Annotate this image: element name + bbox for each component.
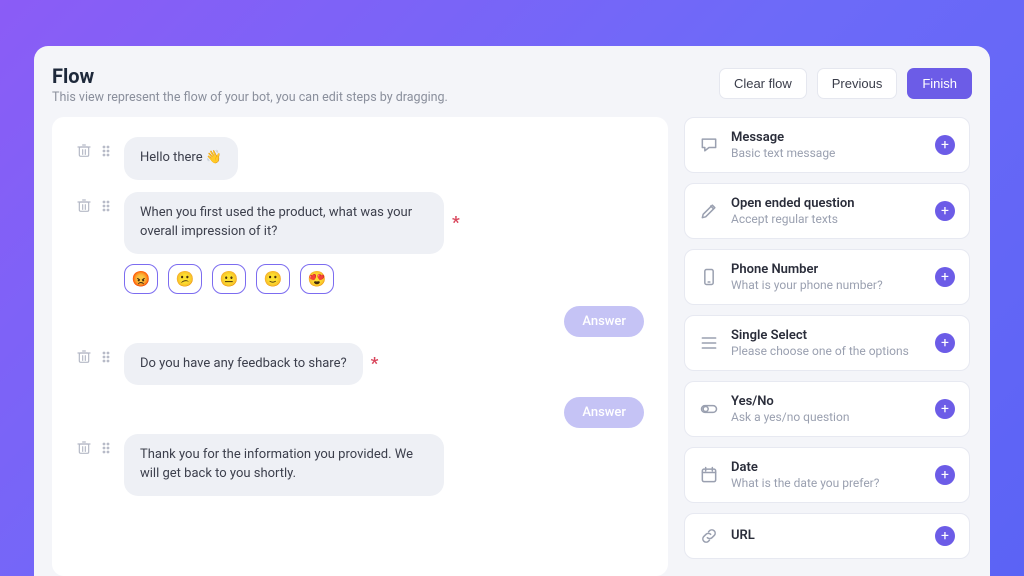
block-title: Open ended question: [731, 196, 923, 211]
page-title: Flow: [52, 64, 448, 88]
block-desc: Accept regular texts: [731, 212, 923, 226]
block-type-message[interactable]: MessageBasic text message +: [684, 117, 970, 173]
block-title: Date: [731, 460, 923, 475]
add-block-button[interactable]: +: [935, 267, 955, 287]
drag-handle-icon[interactable]: [98, 198, 114, 218]
add-block-button[interactable]: +: [935, 399, 955, 419]
block-type-pencil[interactable]: Open ended questionAccept regular texts +: [684, 183, 970, 239]
previous-button[interactable]: Previous: [817, 68, 898, 99]
block-desc: Please choose one of the options: [731, 344, 923, 358]
block-type-link[interactable]: URL +: [684, 513, 970, 559]
calendar-icon: [699, 465, 719, 485]
message-icon: [699, 135, 719, 155]
emoji-option[interactable]: 🙂: [256, 264, 290, 294]
step-message-bubble[interactable]: Do you have any feedback to share?: [124, 343, 363, 386]
answer-pill[interactable]: Answer: [564, 397, 644, 428]
step-message-bubble[interactable]: Hello there 👋: [124, 137, 238, 180]
block-type-list[interactable]: Single SelectPlease choose one of the op…: [684, 315, 970, 371]
block-title: Single Select: [731, 328, 923, 343]
drag-handle-icon[interactable]: [98, 349, 114, 369]
drag-handle-icon[interactable]: [98, 440, 114, 460]
link-icon: [699, 526, 719, 546]
required-indicator: *: [371, 354, 379, 374]
yesno-icon: [699, 399, 719, 419]
header-actions: Clear flow Previous Finish: [719, 68, 972, 99]
flow-step: Do you have any feedback to share? *: [76, 343, 644, 386]
header: Flow This view represent the flow of you…: [52, 64, 972, 105]
drag-handle-icon[interactable]: [98, 143, 114, 163]
block-title: Phone Number: [731, 262, 923, 277]
block-type-phone[interactable]: Phone NumberWhat is your phone number? +: [684, 249, 970, 305]
block-title: URL: [731, 528, 923, 543]
emoji-option[interactable]: 😕: [168, 264, 202, 294]
flow-step: Hello there 👋: [76, 137, 644, 180]
emoji-rating-row: 😡 😕 😐 🙂 😍: [124, 264, 644, 294]
flow-editor-card: Flow This view represent the flow of you…: [34, 46, 990, 576]
emoji-option[interactable]: 😐: [212, 264, 246, 294]
block-title: Yes/No: [731, 394, 923, 409]
flow-panel[interactable]: Hello there 👋 When you first used the pro…: [52, 117, 668, 576]
page-subtitle: This view represent the flow of your bot…: [52, 90, 448, 105]
emoji-option[interactable]: 😍: [300, 264, 334, 294]
blocks-panel[interactable]: MessageBasic text message+Open ended que…: [684, 117, 972, 576]
step-message-bubble[interactable]: When you first used the product, what wa…: [124, 192, 444, 254]
flow-step: Thank you for the information you provid…: [76, 434, 644, 496]
emoji-option[interactable]: 😡: [124, 264, 158, 294]
clear-flow-button[interactable]: Clear flow: [719, 68, 807, 99]
editor-body: Hello there 👋 When you first used the pro…: [52, 117, 972, 576]
delete-step-icon[interactable]: [76, 349, 92, 369]
block-desc: Ask a yes/no question: [731, 410, 923, 424]
phone-icon: [699, 267, 719, 287]
block-desc: Basic text message: [731, 146, 923, 160]
pencil-icon: [699, 201, 719, 221]
add-block-button[interactable]: +: [935, 465, 955, 485]
block-type-yesno[interactable]: Yes/NoAsk a yes/no question +: [684, 381, 970, 437]
delete-step-icon[interactable]: [76, 198, 92, 218]
add-block-button[interactable]: +: [935, 526, 955, 546]
step-message-bubble[interactable]: Thank you for the information you provid…: [124, 434, 444, 496]
delete-step-icon[interactable]: [76, 143, 92, 163]
add-block-button[interactable]: +: [935, 135, 955, 155]
finish-button[interactable]: Finish: [907, 68, 972, 99]
add-block-button[interactable]: +: [935, 333, 955, 353]
flow-step: When you first used the product, what wa…: [76, 192, 644, 294]
add-block-button[interactable]: +: [935, 201, 955, 221]
answer-pill[interactable]: Answer: [564, 306, 644, 337]
list-icon: [699, 333, 719, 353]
delete-step-icon[interactable]: [76, 440, 92, 460]
block-desc: What is the date you prefer?: [731, 476, 923, 490]
block-type-calendar[interactable]: DateWhat is the date you prefer? +: [684, 447, 970, 503]
required-indicator: *: [452, 213, 460, 233]
block-title: Message: [731, 130, 923, 145]
block-desc: What is your phone number?: [731, 278, 923, 292]
